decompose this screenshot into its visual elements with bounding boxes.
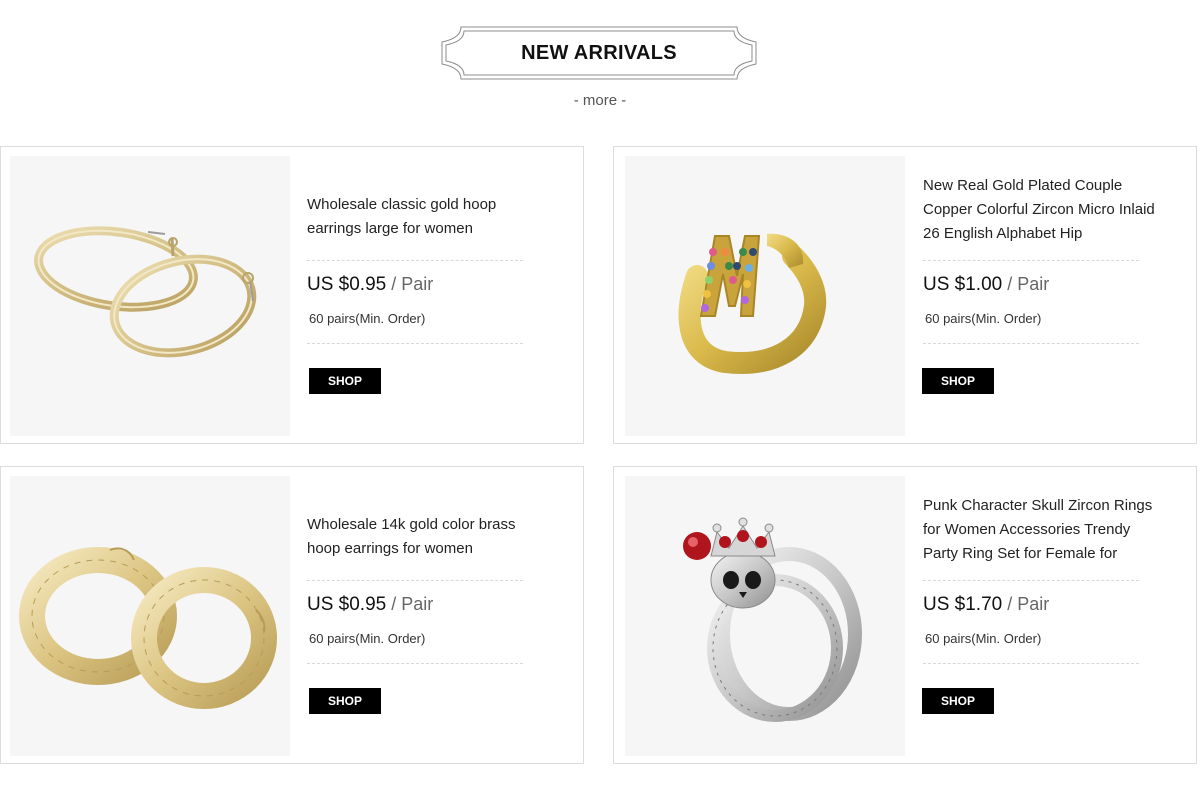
silver-skull-ring-icon xyxy=(683,517,862,722)
product-title[interactable]: Punk Character Skull Zircon Rings for Wo… xyxy=(923,494,1163,566)
product-price: US $1.70 xyxy=(923,594,1003,615)
product-price: US $0.95 xyxy=(307,274,387,295)
product-card: Wholesale classic gold hoop earrings lar… xyxy=(0,146,584,444)
product-image[interactable] xyxy=(625,156,905,436)
shop-button[interactable]: SHOP xyxy=(309,368,381,394)
shop-button[interactable]: SHOP xyxy=(922,368,994,394)
product-info: New Real Gold Plated Couple Copper Color… xyxy=(922,147,1155,443)
gold-letter-ring-icon xyxy=(678,233,827,374)
min-order: 60 pairs(Min. Order) xyxy=(309,631,426,646)
product-info: Wholesale 14k gold color brass hoop earr… xyxy=(307,467,523,763)
min-order: 60 pairs(Min. Order) xyxy=(925,631,1042,646)
price-unit: / Pair xyxy=(1002,594,1050,614)
product-image[interactable] xyxy=(10,476,290,756)
product-info: Punk Character Skull Zircon Rings for Wo… xyxy=(922,467,1152,763)
divider xyxy=(923,663,1139,664)
price-unit: / Pair xyxy=(386,594,434,614)
product-title[interactable]: Wholesale classic gold hoop earrings lar… xyxy=(307,193,547,241)
divider xyxy=(923,343,1139,344)
divider xyxy=(307,580,523,581)
product-price: US $1.00 xyxy=(923,274,1003,295)
min-order: 60 pairs(Min. Order) xyxy=(309,311,426,326)
divider xyxy=(923,580,1139,581)
divider xyxy=(307,343,523,344)
price-unit: / Pair xyxy=(386,274,434,294)
product-card: Wholesale 14k gold color brass hoop earr… xyxy=(0,466,584,764)
product-image[interactable] xyxy=(625,476,905,756)
min-order: 60 pairs(Min. Order) xyxy=(925,311,1042,326)
product-card: New Real Gold Plated Couple Copper Color… xyxy=(613,146,1197,444)
more-link[interactable]: - more - xyxy=(500,92,700,109)
section-title: NEW ARRIVALS xyxy=(521,42,677,64)
divider xyxy=(307,663,523,664)
product-card: Punk Character Skull Zircon Rings for Wo… xyxy=(613,466,1197,764)
product-price: US $0.95 xyxy=(307,594,387,615)
price-line: US $0.95 / Pair xyxy=(307,274,433,296)
price-line: US $1.00 / Pair xyxy=(923,274,1049,296)
product-title[interactable]: Wholesale 14k gold color brass hoop earr… xyxy=(307,513,547,561)
new-arrivals-section: NEW ARRIVALS - more - Wholesale classic … xyxy=(0,0,1200,803)
price-unit: / Pair xyxy=(1002,274,1050,294)
divider xyxy=(307,260,523,261)
gold-hoop-earrings-icon xyxy=(34,226,257,358)
shop-button[interactable]: SHOP xyxy=(922,688,994,714)
section-title-banner: NEW ARRIVALS xyxy=(441,26,757,80)
price-line: US $1.70 / Pair xyxy=(923,594,1049,616)
divider xyxy=(923,260,1139,261)
shop-button[interactable]: SHOP xyxy=(309,688,381,714)
product-title[interactable]: New Real Gold Plated Couple Copper Color… xyxy=(923,174,1163,246)
price-line: US $0.95 / Pair xyxy=(307,594,433,616)
gold-wide-hoop-earrings-icon xyxy=(19,547,277,709)
product-info: Wholesale classic gold hoop earrings lar… xyxy=(307,147,523,443)
product-image[interactable] xyxy=(10,156,290,436)
